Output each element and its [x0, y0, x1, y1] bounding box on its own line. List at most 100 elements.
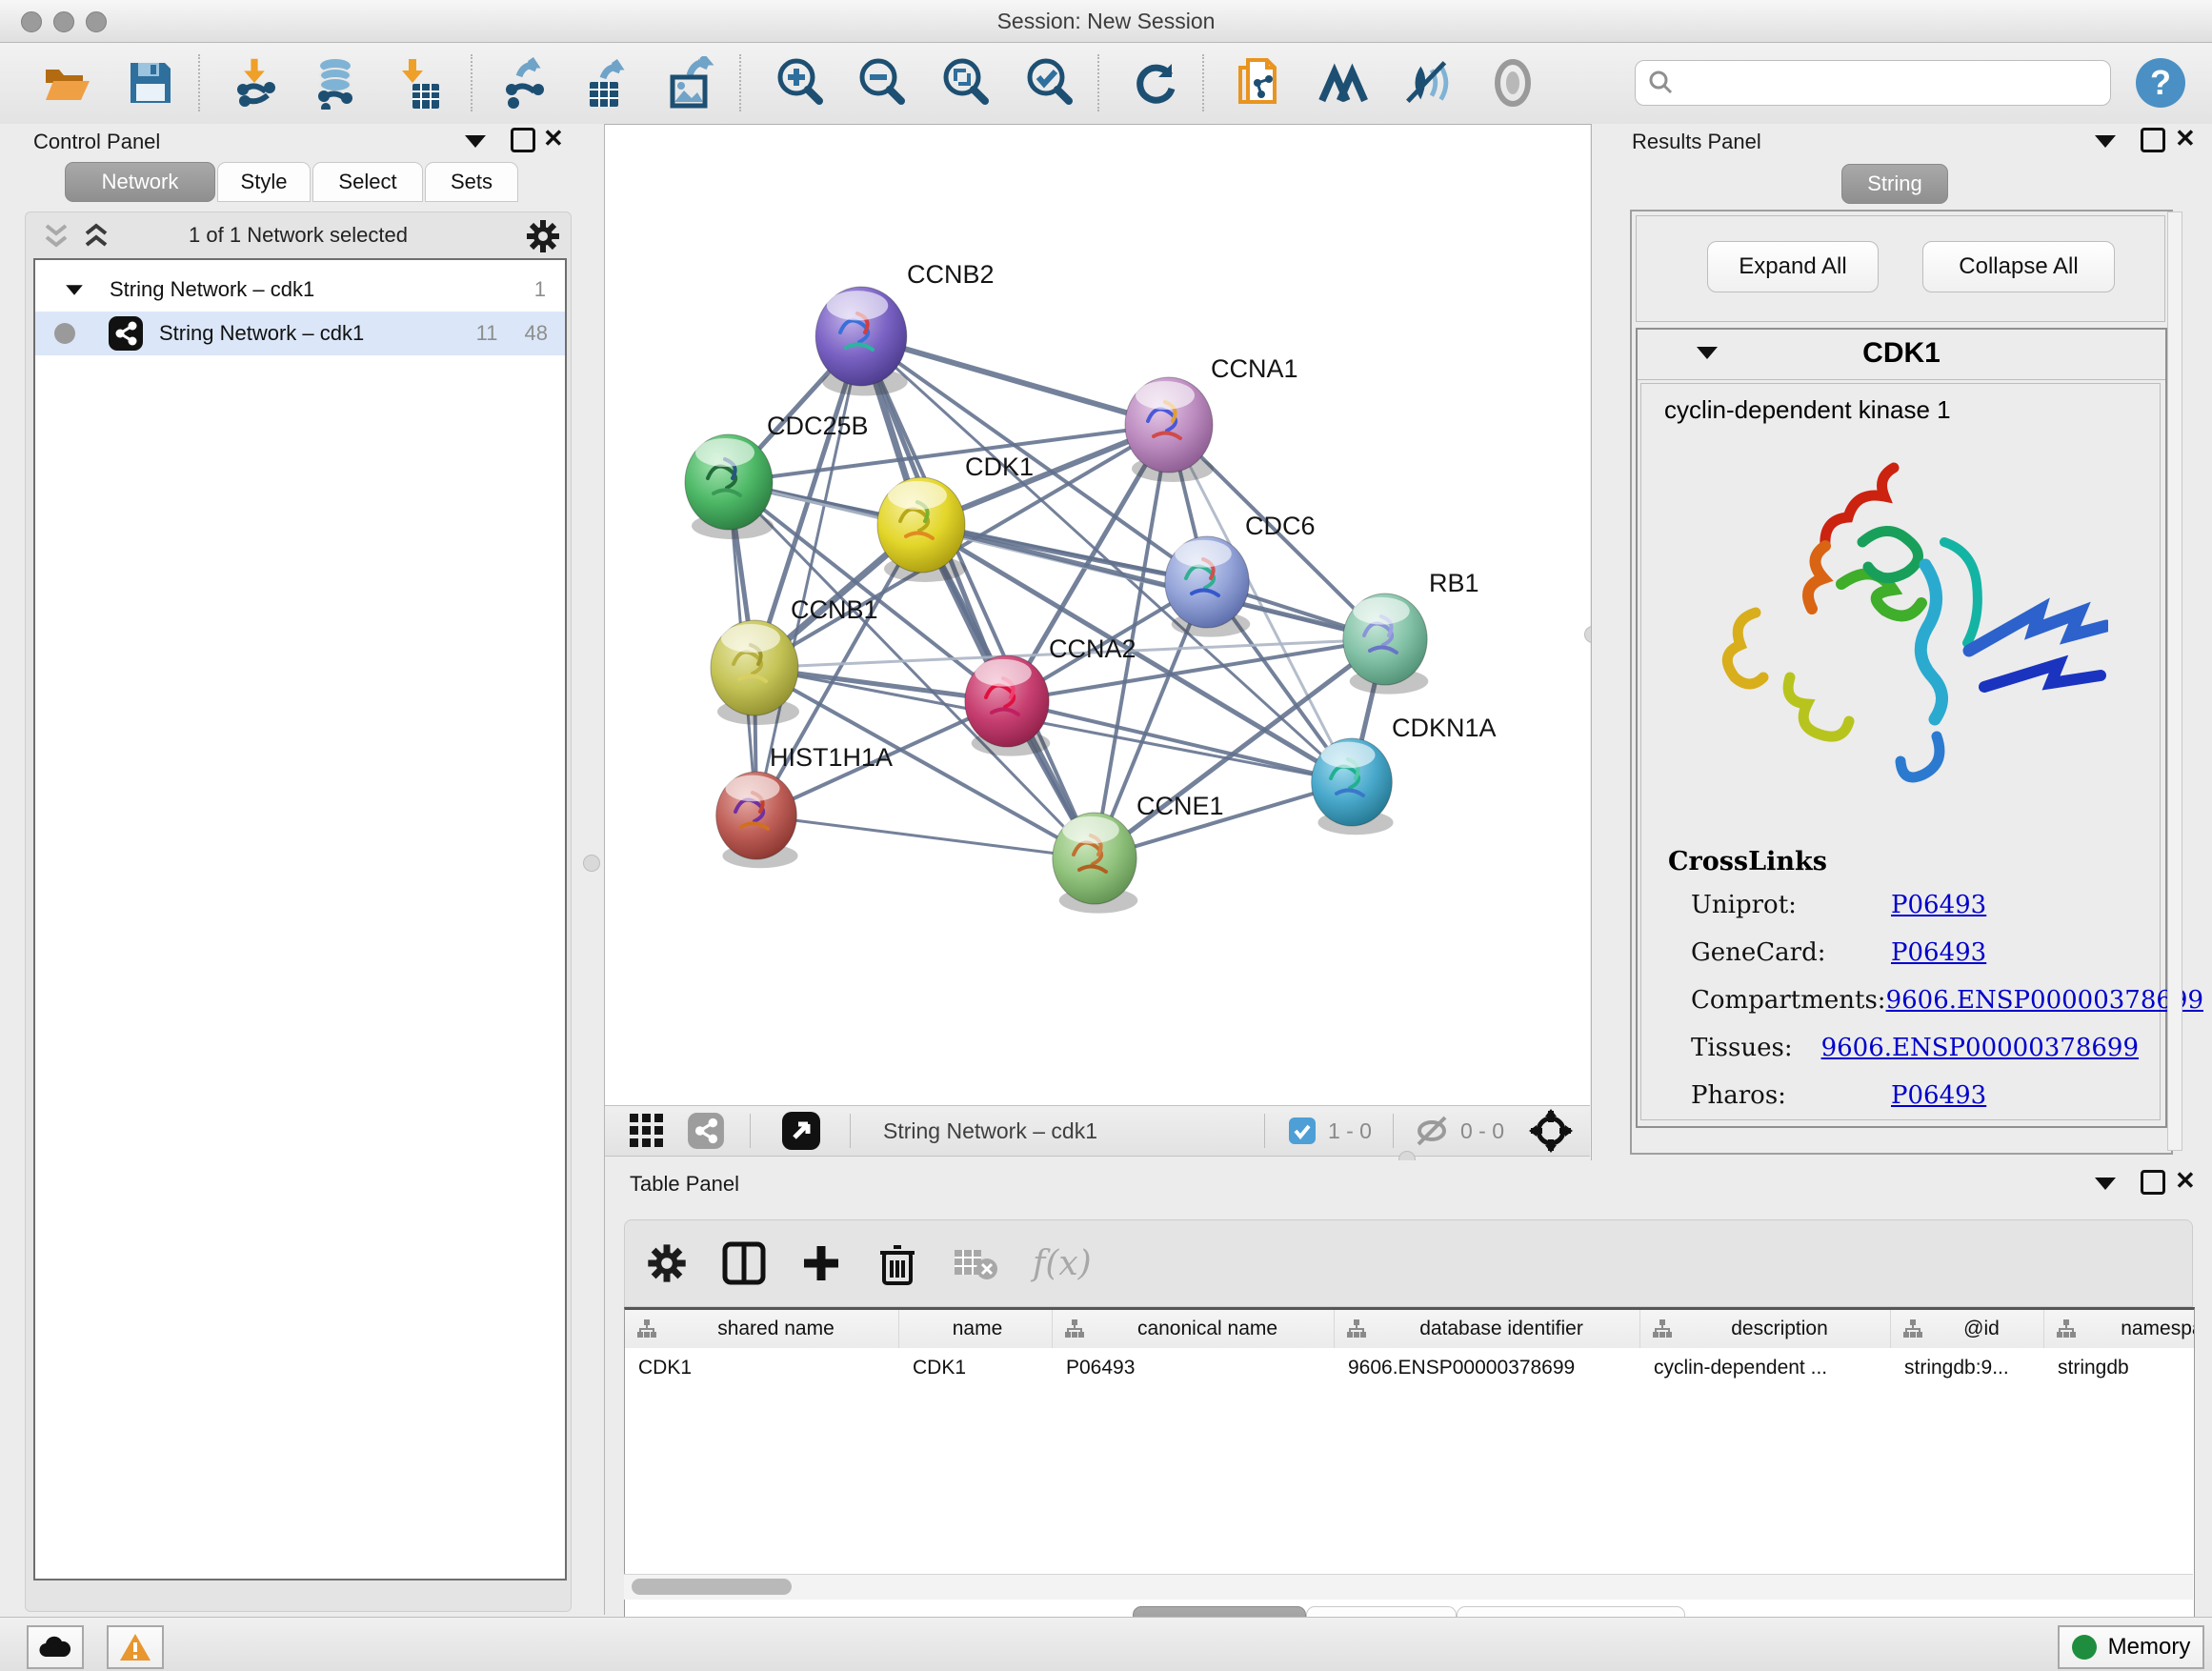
zoom-in-icon[interactable] [774, 56, 827, 110]
table-cell[interactable]: CDK1 [638, 1348, 894, 1388]
network-node-HIST1H1A[interactable]: HIST1H1A [716, 743, 893, 868]
import-table-icon[interactable] [394, 56, 448, 110]
crosslink-link[interactable]: P06493 [1891, 1081, 1986, 1110]
graphics-details-icon[interactable] [1402, 56, 1456, 110]
toolbar-separator [750, 1114, 751, 1148]
crosslink-row: Pharos:P06493 [1691, 1081, 2139, 1110]
table-cell[interactable]: cyclin-dependent ... [1654, 1348, 1885, 1388]
zoom-selected-icon[interactable] [1023, 56, 1076, 110]
network-options-gear-icon[interactable] [525, 218, 561, 254]
cloud-button[interactable] [27, 1625, 84, 1669]
crosslink-label: Uniprot: [1691, 891, 1891, 919]
add-column-icon[interactable] [800, 1242, 842, 1284]
node-label-CCNB2: CCNB2 [907, 260, 995, 289]
delete-column-icon[interactable] [876, 1241, 918, 1285]
crosslink-link[interactable]: P06493 [1891, 891, 1986, 919]
tab-style[interactable]: Style [217, 162, 311, 202]
network-edge-count: 48 [525, 321, 548, 346]
results-scrollbar[interactable] [2167, 211, 2182, 1151]
crosslink-link[interactable]: 9606.ENSP00000378699 [1821, 1034, 2139, 1062]
function-builder-icon[interactable]: f(x) [1033, 1244, 1092, 1283]
crosslink-link[interactable]: 9606.ENSP00000378699 [1886, 986, 2203, 1015]
network-node-CCNB1[interactable]: CCNB1 [711, 595, 878, 725]
table-cell[interactable]: stringdb:9... [1904, 1348, 2039, 1388]
crosslink-row: Compartments:9606.ENSP00000378699 [1691, 986, 2139, 1015]
export-table-icon[interactable] [581, 56, 634, 110]
results-panel-close-icon[interactable]: ✕ [2175, 129, 2196, 148]
export-network-icon[interactable] [499, 56, 553, 110]
collapse-all-button[interactable]: Collapse All [1922, 241, 2115, 292]
crosslink-link[interactable]: P06493 [1891, 938, 1986, 967]
node-label-CCNA1: CCNA1 [1211, 354, 1298, 383]
table-settings-gear-icon[interactable] [646, 1242, 688, 1284]
export-image-icon[interactable] [665, 56, 718, 110]
show-hide-panel-icon[interactable] [1486, 56, 1539, 110]
network-node-CCNE1[interactable]: CCNE1 [1053, 792, 1224, 914]
open-session-icon[interactable] [40, 56, 93, 110]
network-node-count: 11 [476, 321, 498, 346]
tab-sets[interactable]: Sets [425, 162, 518, 202]
network-edge-HIST1H1A-CCNE1[interactable] [756, 815, 1095, 858]
table-panel-menu-icon[interactable] [2095, 1178, 2116, 1190]
tab-select[interactable]: Select [312, 162, 423, 202]
network-node-CCNA1[interactable]: CCNA1 [1125, 354, 1298, 482]
table-cell[interactable]: 9606.ENSP00000378699 [1348, 1348, 1635, 1388]
gene-header[interactable]: CDK1 [1638, 330, 2165, 380]
crosslink-label: Compartments: [1691, 986, 1886, 1015]
table-cell[interactable]: stringdb [2058, 1348, 2195, 1388]
table-cell[interactable]: P06493 [1066, 1348, 1329, 1388]
toggle-columns-icon[interactable] [722, 1241, 766, 1285]
network-view-canvas[interactable]: CCNB2CCNA1CDC25BCDK1CDC6RB1CCNB1CCNA2CDK… [605, 125, 1590, 1105]
selected-checkbox-icon[interactable] [1288, 1117, 1317, 1145]
memory-label: Memory [2108, 1634, 2191, 1661]
memory-button[interactable]: Memory [2058, 1625, 2204, 1669]
tab-string[interactable]: String [1841, 164, 1948, 204]
clone-network-icon[interactable] [1233, 56, 1286, 110]
share-view-icon[interactable] [687, 1112, 725, 1150]
search-box[interactable] [1635, 60, 2111, 106]
title-bar: Session: New Session [0, 0, 2212, 43]
zoom-fit-icon[interactable] [939, 56, 993, 110]
network-node-RB1[interactable]: RB1 [1343, 569, 1479, 695]
crosslink-row: GeneCard:P06493 [1691, 938, 2139, 967]
first-neighbors-icon[interactable] [1318, 56, 1372, 110]
network-row[interactable]: String Network – cdk1 11 48 [35, 312, 565, 355]
warning-button[interactable] [107, 1625, 164, 1669]
import-network-database-icon[interactable] [311, 56, 364, 110]
node-table[interactable]: shared namenamecanonical namedatabase id… [624, 1307, 2195, 1654]
collection-label: String Network – cdk1 [110, 277, 314, 302]
birdseye-crosshair-icon[interactable] [1529, 1109, 1573, 1153]
network-edge-CCNB2-CCNE1[interactable] [861, 336, 1095, 858]
control-panel-close-icon[interactable]: ✕ [543, 129, 564, 148]
toolbar-separator [471, 54, 473, 111]
left-splitter-handle[interactable] [583, 855, 600, 872]
control-panel-menu-icon[interactable] [465, 135, 486, 148]
table-toolbar: f(x) [624, 1219, 2193, 1307]
refresh-layout-icon[interactable] [1130, 56, 1183, 110]
table-panel-close-icon[interactable]: ✕ [2175, 1171, 2196, 1190]
help-icon[interactable]: ? [2134, 56, 2187, 110]
collection-expander-icon[interactable] [66, 285, 83, 294]
hidden-eye-icon[interactable] [1415, 1116, 1449, 1146]
network-collection-row[interactable]: String Network – cdk1 1 [35, 268, 565, 312]
delete-table-icon[interactable] [953, 1246, 998, 1280]
import-network-file-icon[interactable] [231, 56, 284, 110]
save-session-icon[interactable] [124, 56, 177, 110]
table-panel-float-icon[interactable] [2141, 1170, 2165, 1195]
zoom-out-icon[interactable] [855, 56, 909, 110]
results-panel-float-icon[interactable] [2141, 128, 2165, 152]
string-network-graph[interactable]: CCNB2CCNA1CDC25BCDK1CDC6RB1CCNB1CCNA2CDK… [605, 125, 1590, 1105]
export-view-icon[interactable] [781, 1111, 821, 1151]
expand-all-button[interactable]: Expand All [1707, 241, 1879, 292]
table-horizontal-scrollbar[interactable] [624, 1574, 2193, 1600]
expand-collapse-box: Expand All Collapse All [1636, 215, 2165, 322]
tab-network[interactable]: Network [65, 162, 215, 202]
crosslink-label: GeneCard: [1691, 938, 1891, 967]
scrollbar-thumb[interactable] [632, 1579, 792, 1595]
control-panel-float-icon[interactable] [511, 128, 535, 152]
results-panel-menu-icon[interactable] [2095, 135, 2116, 148]
grid-view-icon[interactable] [628, 1112, 666, 1150]
table-cell[interactable]: CDK1 [913, 1348, 1047, 1388]
search-input[interactable] [1683, 70, 2110, 96]
network-node-CDKN1A[interactable]: CDKN1A [1312, 714, 1497, 835]
